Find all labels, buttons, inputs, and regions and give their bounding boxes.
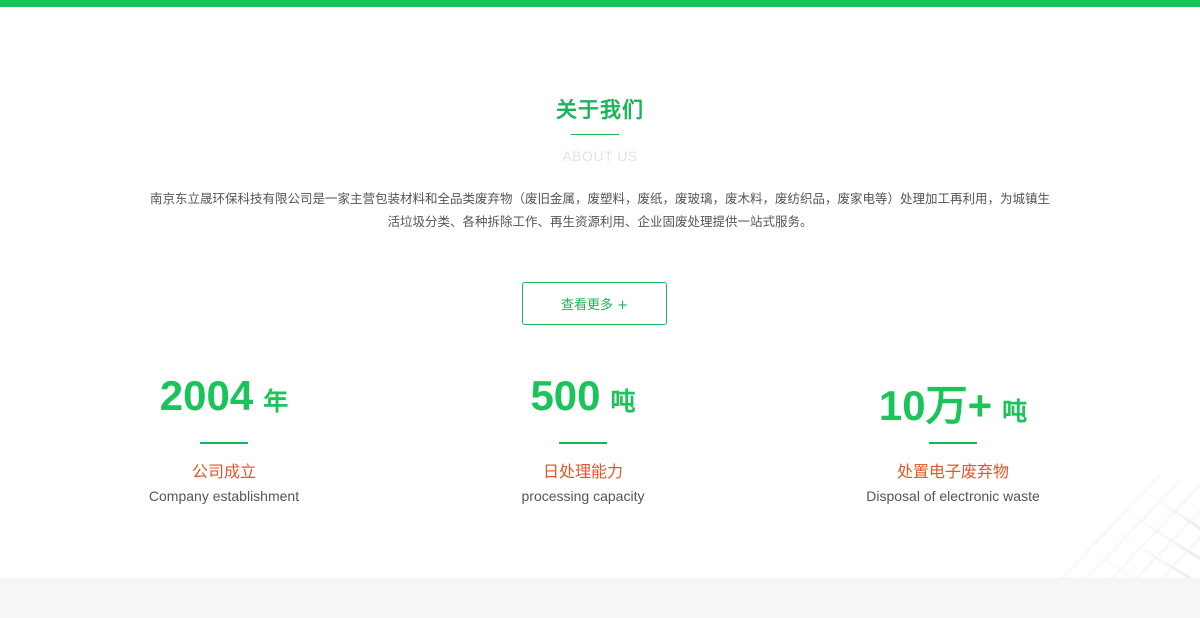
stat-value: 2004 年	[74, 372, 374, 430]
section-title: 关于我们	[556, 98, 644, 122]
grid-decoration	[1058, 473, 1200, 580]
stat-number: 2004	[159, 372, 254, 419]
title-divider	[571, 134, 619, 135]
stat-divider	[200, 442, 248, 444]
next-section-background	[0, 578, 1200, 618]
stat-label-cn: 日处理能力	[542, 462, 623, 481]
stat-value: 500 吨	[433, 372, 733, 430]
stat-label-cn: 公司成立	[191, 462, 256, 481]
stat-unit: 吨	[610, 387, 636, 416]
stat-value: 10万+ 吨	[803, 372, 1103, 430]
stat-unit: 年	[263, 387, 289, 416]
top-accent-bar	[0, 0, 1200, 7]
stat-number: 10万+	[878, 382, 993, 429]
stat-divider	[559, 442, 607, 444]
view-more-button[interactable]: 查看更多 +	[522, 282, 667, 325]
stat-capacity: 500 吨 日处理能力 processing capacity	[433, 372, 733, 504]
stat-number: 500	[530, 372, 601, 419]
stat-divider	[929, 442, 977, 444]
stat-label-en: Company establishment	[148, 488, 300, 504]
section-subtitle: ABOUT US	[562, 148, 638, 164]
company-description: 南京东立晟环保科技有限公司是一家主营包装材料和全品类废弃物（废旧金属，废塑料，废…	[149, 191, 1050, 229]
stat-established: 2004 年 公司成立 Company establishment	[74, 372, 374, 504]
stat-unit: 吨	[1002, 397, 1028, 426]
stat-label-en: processing capacity	[521, 488, 645, 504]
